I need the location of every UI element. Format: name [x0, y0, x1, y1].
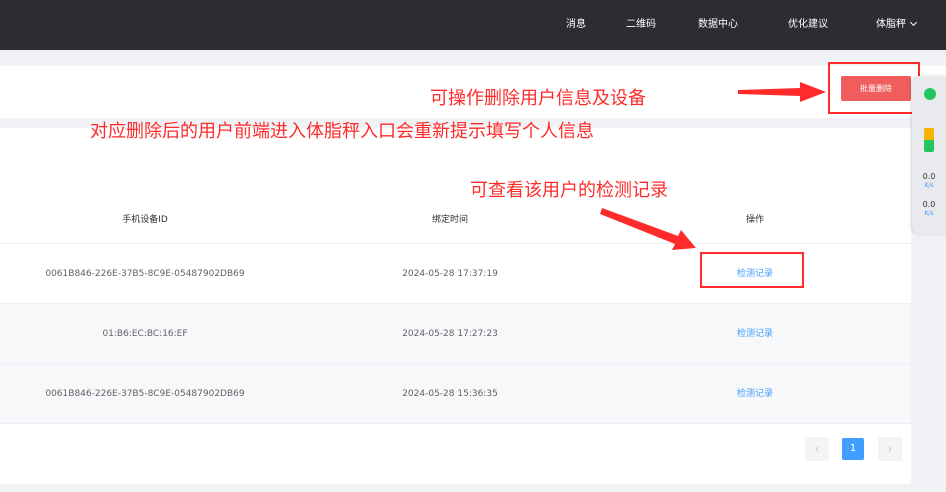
table-row: 01:B6:EC:BC:16:EF 2024-05-28 17:27:23 检测…	[0, 304, 911, 364]
column-header-action: 操作	[745, 215, 764, 225]
pagination-page-1[interactable]: 1	[842, 438, 864, 460]
upload-speed-value: 0.0	[922, 172, 936, 181]
column-header-device-id: 手机设备ID	[122, 215, 168, 225]
nav-item-qrcode[interactable]: 二维码	[626, 0, 656, 50]
cell-bind-time: 2024-05-28 15:36:35	[402, 389, 498, 399]
upload-speed-unit: K/s	[924, 182, 934, 189]
detection-record-link[interactable]: 检测记录	[640, 304, 870, 364]
nav-item-body-fat-scale[interactable]: 体脂秤	[876, 0, 918, 50]
nav-item-messages[interactable]: 消息	[566, 0, 586, 50]
column-header-bind-time: 绑定时间	[431, 215, 468, 225]
battery-icon	[924, 128, 934, 152]
annotation-record-note: 可查看该用户的检测记录	[470, 180, 668, 201]
top-navbar: 消息 二维码 数据中心 优化建议 体脂秤	[0, 0, 946, 50]
bulk-delete-button[interactable]: 批量删除	[841, 76, 911, 101]
chevron-down-icon	[909, 18, 918, 27]
cell-device-id: 0061B846-226E-37B5-8C9E-05487902DB69	[45, 389, 245, 399]
annotation-highlight-box	[700, 252, 804, 288]
table-header: 手机设备ID 绑定时间 操作	[0, 196, 911, 244]
annotation-delete-note: 可操作删除用户信息及设备	[430, 88, 646, 109]
pagination-next-button[interactable]: ›	[878, 437, 902, 461]
cell-bind-time: 2024-05-28 17:27:23	[402, 329, 498, 339]
cell-bind-time: 2024-05-28 17:37:19	[402, 269, 498, 279]
detection-record-link[interactable]: 检测记录	[640, 364, 870, 424]
nav-item-optimization[interactable]: 优化建议	[788, 0, 828, 50]
status-dot-icon	[924, 88, 936, 100]
pagination-prev-button[interactable]: ‹	[805, 437, 829, 461]
cell-device-id: 01:B6:EC:BC:16:EF	[102, 329, 188, 339]
upload-speed: 0.0 K/s	[914, 172, 944, 190]
cell-device-id: 0061B846-226E-37B5-8C9E-05487902DB69	[45, 269, 245, 279]
nav-item-body-fat-scale-label: 体脂秤	[876, 19, 906, 30]
nav-item-data-center[interactable]: 数据中心	[698, 0, 738, 50]
annotation-reentry-note: 对应删除后的用户前端进入体脂秤入口会重新提示填写个人信息	[90, 121, 594, 142]
download-speed-value: 0.0	[922, 200, 936, 209]
download-speed-unit: K/s	[924, 210, 934, 217]
table-row: 0061B846-226E-37B5-8C9E-05487902DB69 202…	[0, 364, 911, 424]
download-speed: 0.0 K/s	[914, 200, 944, 218]
